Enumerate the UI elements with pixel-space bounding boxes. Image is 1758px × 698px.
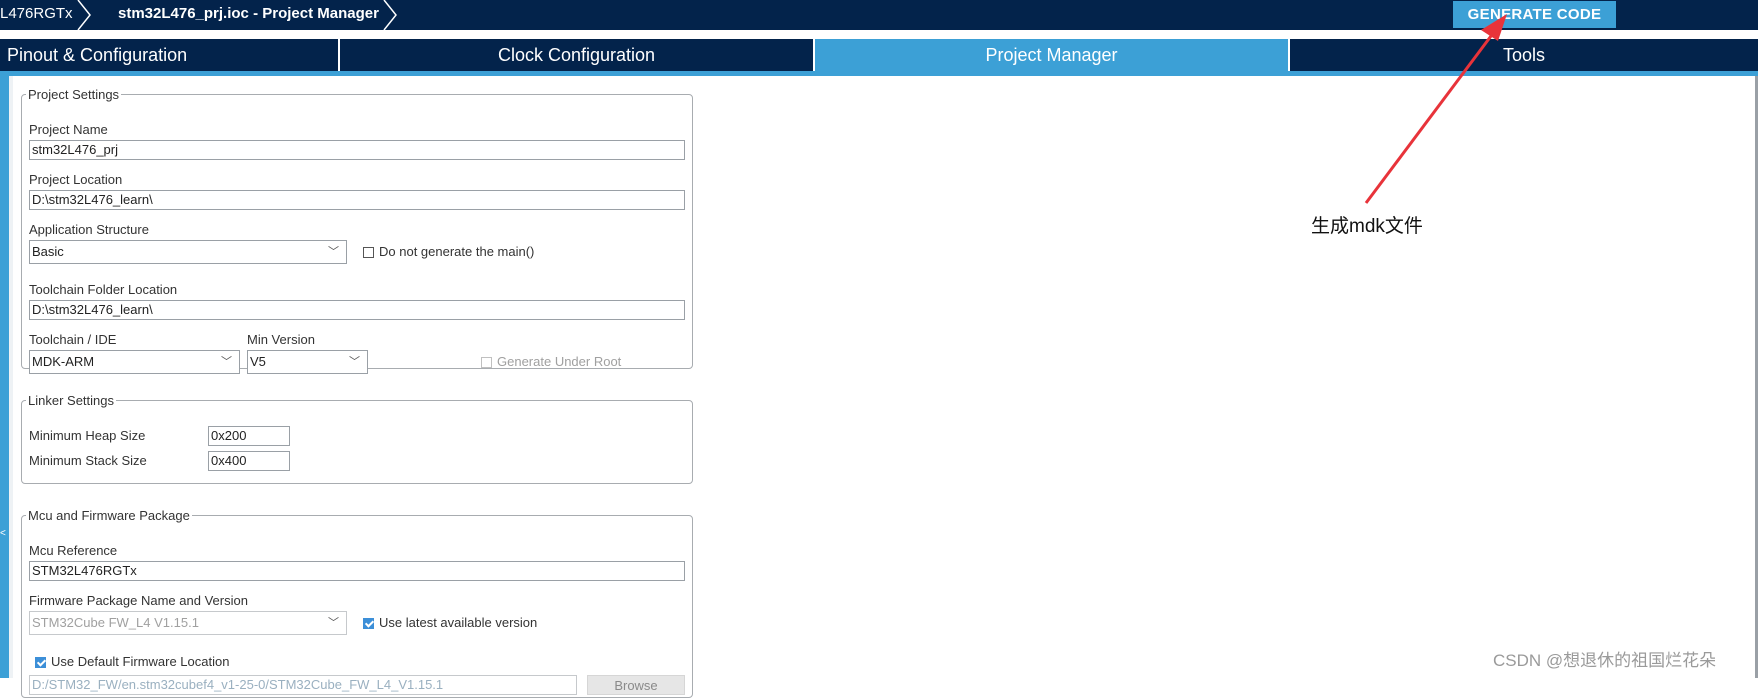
no-main-checkbox[interactable] (363, 247, 374, 258)
mcu-firmware-legend: Mcu and Firmware Package (28, 508, 190, 523)
use-latest-version-label: Use latest available version (379, 615, 538, 630)
toolchain-folder-label: Toolchain Folder Location (29, 282, 178, 297)
stack-size-input[interactable]: 0x400 (208, 451, 290, 471)
project-location-input[interactable]: D:\stm32L476_learn\ (29, 190, 685, 210)
chevron-down-icon: ﹀ (328, 617, 339, 629)
toolchain-ide-label: Toolchain / IDE (29, 332, 117, 347)
watermark: CSDN @想退休的祖国烂花朵 (1493, 651, 1717, 670)
tab-clock-configuration[interactable]: Clock Configuration (340, 39, 815, 71)
project-settings-legend: Project Settings (28, 87, 120, 102)
linker-settings-panel: Linker Settings Minimum Heap Size 0x200 … (21, 393, 693, 484)
mcu-reference-label: Mcu Reference (29, 543, 118, 558)
side-gap (9, 76, 13, 678)
firmware-package-value: STM32Cube FW_L4 V1.15.1 (32, 615, 199, 630)
stack-size-label: Minimum Stack Size (29, 453, 147, 468)
linker-settings-legend: Linker Settings (28, 393, 114, 408)
toolchain-folder-input[interactable]: D:\stm32L476_learn\ (29, 300, 685, 320)
min-version-select[interactable]: V5 ﹀ (247, 350, 368, 374)
application-structure-value: Basic (32, 244, 64, 259)
heap-size-input[interactable]: 0x200 (208, 426, 290, 446)
tab-underline (0, 71, 1758, 76)
tab-pinout-configuration[interactable]: Pinout & Configuration (0, 39, 340, 71)
mcu-reference-input[interactable]: STM32L476RGTx (29, 561, 685, 581)
chevron-down-icon: ﹀ (349, 356, 360, 368)
chevron-right-icon (77, 0, 91, 30)
min-version-label: Min Version (247, 332, 315, 347)
toolchain-ide-select[interactable]: MDK-ARM ﹀ (29, 350, 240, 374)
side-tab-strip[interactable]: < (0, 76, 9, 678)
generate-code-button[interactable]: GENERATE CODE (1453, 1, 1616, 28)
no-main-label: Do not generate the main() (379, 244, 535, 259)
firmware-package-label: Firmware Package Name and Version (29, 593, 248, 608)
project-name-label: Project Name (29, 122, 108, 137)
chevron-down-icon: ﹀ (221, 356, 232, 368)
firmware-location-input[interactable]: D:/STM32_FW/en.stm32cubef4_v1-25-0/STM32… (29, 675, 577, 695)
use-default-location-label: Use Default Firmware Location (51, 654, 230, 669)
firmware-package-select[interactable]: STM32Cube FW_L4 V1.15.1 ﹀ (29, 611, 347, 635)
breadcrumb-file[interactable]: stm32L476_prj.ioc - Project Manager (118, 0, 379, 30)
breadcrumb-device[interactable]: L476RGTx (0, 0, 73, 30)
project-settings-panel: Project Settings Project Name stm32L476_… (21, 87, 693, 374)
main-tabs: Pinout & Configuration Clock Configurati… (0, 39, 1758, 71)
toolchain-ide-value: MDK-ARM (32, 354, 95, 369)
tab-project-manager[interactable]: Project Manager (815, 39, 1290, 71)
annotation-text: 生成mdk文件 (1311, 216, 1423, 237)
browse-button[interactable]: Browse (587, 675, 685, 695)
project-name-input[interactable]: stm32L476_prj (29, 140, 685, 160)
chevron-down-icon: ﹀ (328, 246, 339, 258)
chevron-right-icon (383, 0, 397, 30)
project-location-label: Project Location (29, 172, 123, 187)
tab-tools[interactable]: Tools (1290, 39, 1758, 71)
use-latest-version-checkbox[interactable] (363, 618, 374, 629)
top-bar: L476RGTx stm32L476_prj.ioc - Project Man… (0, 0, 1758, 30)
min-version-value: V5 (250, 354, 266, 369)
generate-under-root-checkbox[interactable] (481, 357, 492, 368)
mcu-firmware-panel: Mcu and Firmware Package Mcu Reference S… (21, 508, 693, 698)
application-structure-select[interactable]: Basic ﹀ (29, 240, 347, 264)
heap-size-label: Minimum Heap Size (29, 428, 146, 443)
application-structure-label: Application Structure (29, 222, 149, 237)
generate-under-root-label: Generate Under Root (497, 354, 622, 369)
use-default-location-checkbox[interactable] (35, 657, 46, 668)
